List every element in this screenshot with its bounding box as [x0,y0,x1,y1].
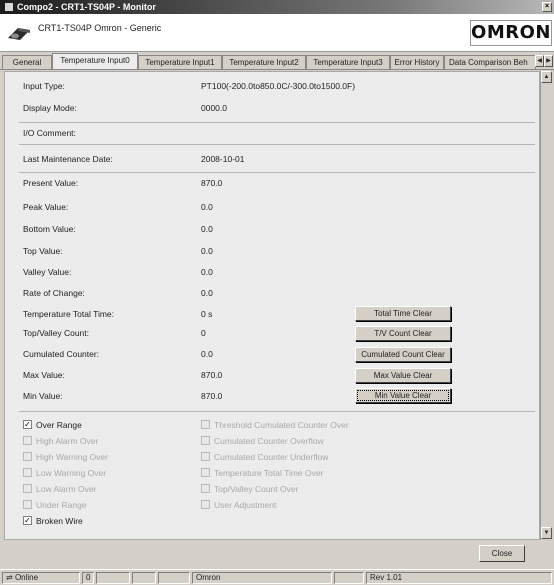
tab-strip: General Temperature Input0 Temperature I… [0,52,554,70]
device-name: CRT1-TS04P Omron - Generic [38,23,162,33]
top-value-label: Top Value: [23,246,63,256]
display-mode-label: Display Mode: [23,103,77,113]
tab-data-comparison[interactable]: Data Comparison Beh [444,55,536,69]
row-display-mode: Display Mode: 0000.0 [5,101,539,115]
tab-error-history[interactable]: Error History [390,55,444,69]
row-cumulated-counter: Cumulated Counter: 0.0 [5,347,539,361]
tab-temperature-input3[interactable]: Temperature Input3 [306,55,390,69]
display-mode-value: 0000.0 [201,103,227,113]
min-value-value: 870.0 [201,391,223,401]
rate-of-change-value: 0.0 [201,288,213,298]
max-value-value: 870.0 [201,370,223,380]
scroll-down-icon[interactable]: ▼ [541,527,552,539]
divider [19,411,535,412]
divider [19,144,535,145]
row-io-comment: I/O Comment: [5,126,539,140]
status-vendor: Omron [192,572,332,584]
window-close-button[interactable]: × [542,2,552,12]
status-cell-empty [96,572,130,584]
input-type-label: Input Type: [23,81,65,91]
status-cell-empty [158,572,190,584]
row-last-maintenance: Last Maintenance Date: 2008-10-01 [5,152,539,166]
row-min-value: Min Value: 870.0 [5,389,539,403]
max-value-label: Max Value: [23,370,65,380]
status-revision: Rev 1.01 [366,572,552,584]
divider [19,172,535,173]
status-cell-empty [334,572,364,584]
tab-temperature-input1[interactable]: Temperature Input1 [138,55,222,69]
top-valley-count-label: Top/Valley Count: [23,328,89,338]
panel-scrollbar[interactable]: ▲ ▼ [540,71,552,540]
status-cell-empty [132,572,156,584]
device-icon [8,28,30,40]
row-input-type: Input Type: PT100(-200.0to850.0C/-300.0t… [5,79,539,93]
window-titlebar: Compo2 - CRT1-TS04P - Monitor × [0,0,554,14]
top-valley-count-value: 0 [201,328,206,338]
last-maintenance-value: 2008-10-01 [201,154,245,164]
cumulated-counter-label: Cumulated Counter: [23,349,100,359]
last-maintenance-label: Last Maintenance Date: [23,154,113,164]
check-mark-icon: ✓ [23,420,32,429]
peak-value-value: 0.0 [201,202,213,212]
input-type-value: PT100(-200.0to850.0C/-300.0to1500.0F) [201,81,356,91]
row-bottom-value: Bottom Value: 0.0 [5,222,539,236]
io-comment-label: I/O Comment: [23,128,76,138]
total-time-clear-button[interactable]: Total Time Clear [355,306,451,321]
tab-temperature-input2[interactable]: Temperature Input2 [222,55,306,69]
tab-scroll-left-button[interactable]: ◀ [535,55,544,67]
status-indicator: 0 [82,572,94,584]
present-value-value: 870.0 [201,178,223,188]
valley-value-value: 0.0 [201,267,213,277]
row-max-value: Max Value: 870.0 [5,368,539,382]
omron-logo: OMRON [470,20,552,46]
divider [19,122,535,123]
tab-temperature-input0[interactable]: Temperature Input0 [52,53,138,69]
row-temp-total-time: Temperature Total Time: 0 s [5,307,539,321]
rate-of-change-label: Rate of Change: [23,288,85,298]
row-peak-value: Peak Value: 0.0 [5,200,539,214]
row-top-valley-count: Top/Valley Count: 0 [5,326,539,340]
cumulated-counter-value: 0.0 [201,349,213,359]
status-online: ⇌ Online [2,572,80,584]
row-top-value: Top Value: 0.0 [5,244,539,258]
valley-value-label: Valley Value: [23,267,72,277]
app-icon [5,3,13,11]
status-bar: ⇌ Online 0 Omron Rev 1.01 [0,569,554,585]
min-value-clear-button[interactable]: Min Value Clear [355,388,451,403]
max-value-clear-button[interactable]: Max Value Clear [355,368,451,383]
temp-total-time-value: 0 s [201,309,213,319]
check-mark-icon: ✓ [23,516,32,525]
present-value-label: Present Value: [23,178,79,188]
min-value-label: Min Value: [23,391,63,401]
row-rate-of-change: Rate of Change: 0.0 [5,286,539,300]
cumulated-count-clear-button[interactable]: Cumulated Count Clear [355,347,451,362]
peak-value-label: Peak Value: [23,202,69,212]
device-header: CRT1-TS04P Omron - Generic OMRON [0,14,554,52]
bottom-value-label: Bottom Value: [23,224,76,234]
tv-count-clear-button[interactable]: T/V Count Clear [355,326,451,341]
network-plug-icon: ⇌ [6,573,15,582]
close-button[interactable]: Close [479,545,525,562]
scroll-up-icon[interactable]: ▲ [541,71,552,83]
tab-scroll-right-button[interactable]: ▶ [544,55,553,67]
row-valley-value: Valley Value: 0.0 [5,265,539,279]
temperature-input-panel: Input Type: PT100(-200.0to850.0C/-300.0t… [4,71,540,540]
top-value-value: 0.0 [201,246,213,256]
window-title: Compo2 - CRT1-TS04P - Monitor [17,2,156,12]
tab-general[interactable]: General [2,55,52,69]
row-present-value: Present Value: 870.0 [5,176,539,190]
temp-total-time-label: Temperature Total Time: [23,309,115,319]
bottom-value-value: 0.0 [201,224,213,234]
